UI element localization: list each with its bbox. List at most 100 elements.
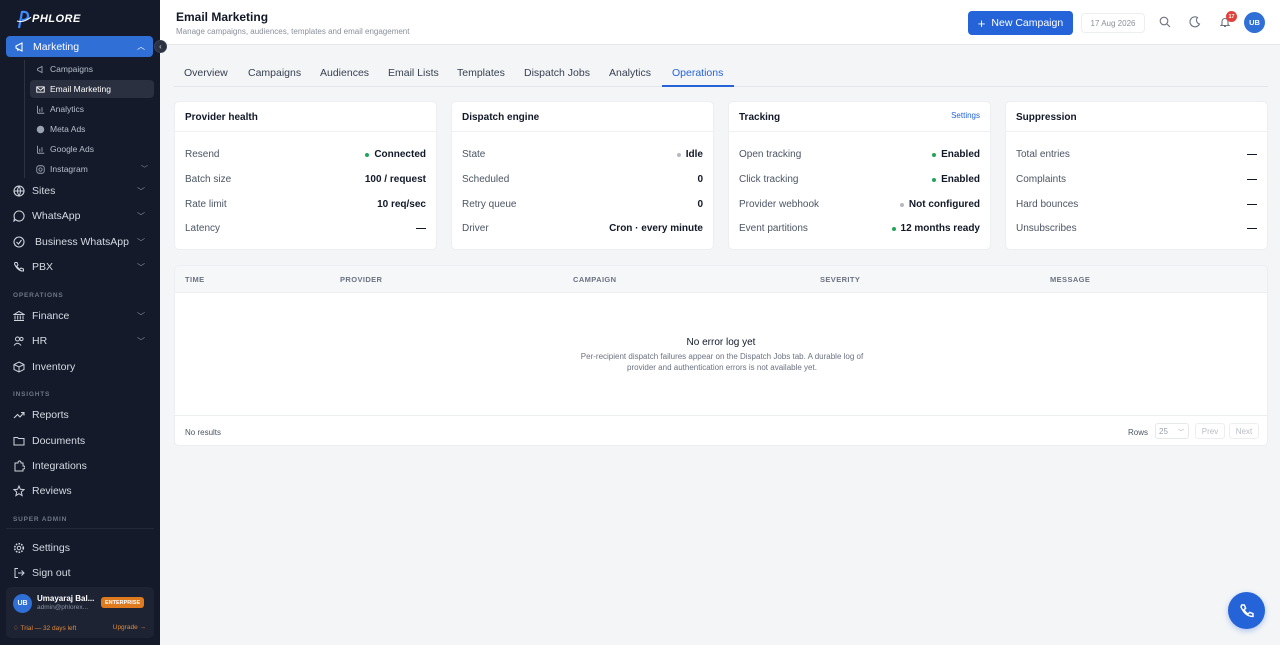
- new-campaign-button[interactable]: + New Campaign: [968, 11, 1073, 35]
- tab-email-lists[interactable]: Email Lists: [388, 67, 439, 79]
- plan-badge: ENTERPRISE: [101, 597, 145, 608]
- rows-per-page-value: 25: [1159, 426, 1168, 436]
- chevron-down-icon: ﹀: [141, 166, 148, 173]
- bank-icon: [13, 310, 25, 322]
- tab-overview[interactable]: Overview: [184, 67, 228, 79]
- column-header-provider[interactable]: PROVIDER: [340, 275, 382, 284]
- globe-icon: [36, 125, 45, 134]
- tracking-settings-link[interactable]: Settings: [951, 111, 980, 120]
- card-title: Suppression: [1016, 112, 1077, 123]
- table-header: TIME PROVIDER CAMPAIGN SEVERITY MESSAGE: [175, 266, 1267, 293]
- puzzle-icon: [13, 460, 25, 472]
- folder-icon: [13, 435, 25, 447]
- tab-templates[interactable]: Templates: [457, 67, 505, 79]
- logout-icon: [13, 567, 25, 579]
- brand-name: PHLORE: [32, 13, 81, 25]
- sidebar-subitem-label: Instagram: [50, 164, 88, 174]
- page-title: Email Marketing: [176, 10, 269, 24]
- sidebar-item-label: Inventory: [32, 361, 76, 373]
- row-label: Provider webhook: [739, 199, 820, 210]
- card-header: Dispatch engine: [452, 102, 713, 132]
- sidebar-item-hr[interactable]: HR ﹀: [13, 331, 153, 351]
- sidebar-item-label: HR: [32, 335, 48, 347]
- megaphone-icon: [36, 65, 45, 74]
- sidebar-item-label: WhatsApp: [32, 210, 81, 222]
- column-header-campaign[interactable]: CAMPAIGN: [573, 275, 616, 284]
- sidebar-subitem-email-marketing[interactable]: Email Marketing: [30, 80, 154, 98]
- tab-operations[interactable]: Operations: [672, 67, 723, 79]
- globe-icon: [13, 185, 25, 197]
- sidebar-item-reports[interactable]: Reports: [13, 405, 153, 425]
- row-value: Enabled: [932, 149, 980, 160]
- sidebar-subitem-label: Email Marketing: [50, 84, 111, 94]
- phone-icon: [13, 261, 25, 273]
- column-header-severity[interactable]: SEVERITY: [820, 275, 860, 284]
- row-label: Latency: [185, 223, 221, 234]
- sidebar-subitem-instagram[interactable]: Instagram ﹀: [30, 160, 154, 178]
- chevron-down-icon: ﹀: [137, 237, 145, 247]
- chevron-down-icon: ﹀: [1177, 429, 1184, 436]
- upgrade-link[interactable]: Upgrade →: [113, 624, 146, 631]
- sidebar-item-integrations[interactable]: Integrations: [13, 456, 153, 476]
- status-dot: [899, 202, 904, 207]
- column-header-message[interactable]: MESSAGE: [1050, 275, 1090, 284]
- brand-logo[interactable]: PHLORE: [14, 8, 81, 30]
- user-email: admin@phlorex...: [37, 604, 89, 611]
- row-value: Idle: [676, 149, 703, 160]
- row-label: Hard bounces: [1016, 199, 1079, 210]
- dark-mode-icon[interactable]: [1188, 15, 1202, 29]
- row-label: Driver: [462, 223, 489, 234]
- sidebar-item-business-whatsapp[interactable]: Business WhatsApp ﹀: [13, 232, 153, 252]
- rows-per-page-select[interactable]: 25 ﹀: [1155, 423, 1189, 439]
- tab-analytics[interactable]: Analytics: [609, 67, 651, 79]
- row-label: State: [462, 149, 486, 160]
- sidebar-item-settings[interactable]: Settings: [13, 538, 153, 558]
- chevron-down-icon: ﹀: [137, 262, 145, 272]
- sidebar-item-pbx[interactable]: PBX ﹀: [13, 257, 153, 277]
- row-label: Unsubscribes: [1016, 223, 1077, 234]
- next-page-button[interactable]: Next: [1229, 423, 1259, 439]
- sidebar-item-marketing[interactable]: Marketing ︿: [6, 36, 153, 57]
- sidebar-item-sign-out[interactable]: Sign out: [13, 563, 153, 583]
- sidebar-subitem-meta-ads[interactable]: Meta Ads: [30, 120, 154, 138]
- results-count: No results: [185, 428, 222, 437]
- row-value: 100 / request: [364, 174, 426, 185]
- sidebar-item-inventory[interactable]: Inventory: [13, 357, 153, 377]
- dispatch-engine-card: Dispatch engine State Idle Scheduled 0 R…: [451, 101, 714, 250]
- prev-page-button[interactable]: Prev: [1195, 423, 1225, 439]
- plus-icon: +: [977, 15, 986, 31]
- row-label: Resend: [185, 149, 220, 160]
- row-value-text: Enabled: [941, 149, 980, 160]
- user-card[interactable]: UB Umayaraj Bal... admin@phlorex... ENTE…: [6, 587, 154, 638]
- tab-bar: Overview Campaigns Audiences Email Lists…: [174, 62, 1268, 87]
- row-label: Rate limit: [185, 199, 227, 210]
- sidebar-item-sites[interactable]: Sites ﹀: [13, 181, 153, 201]
- subnav-guide: [24, 60, 25, 178]
- column-header-time[interactable]: TIME: [185, 275, 205, 284]
- sidebar-item-documents[interactable]: Documents: [13, 431, 153, 451]
- error-log-table: TIME PROVIDER CAMPAIGN SEVERITY MESSAGE …: [174, 265, 1268, 446]
- chevron-up-icon: ︿: [137, 42, 145, 51]
- avatar[interactable]: UB: [1244, 12, 1265, 33]
- row-value-text: 12 months ready: [900, 223, 980, 234]
- sidebar-subitem-analytics[interactable]: Analytics: [30, 100, 154, 118]
- search-icon[interactable]: [1158, 15, 1172, 29]
- row-label: Click tracking: [739, 174, 799, 185]
- tab-audiences[interactable]: Audiences: [320, 67, 369, 79]
- collapse-sidebar-button[interactable]: ‹: [154, 40, 167, 53]
- card-header: Suppression: [1006, 102, 1267, 132]
- sidebar-subitem-google-ads[interactable]: Google Ads: [30, 140, 154, 158]
- row-value: 0: [697, 199, 703, 210]
- sidebar-subitem-campaigns[interactable]: Campaigns: [30, 60, 154, 78]
- sidebar-item-reviews[interactable]: Reviews: [13, 481, 153, 501]
- row-value: 12 months ready: [891, 223, 980, 234]
- card-title: Provider health: [185, 112, 258, 123]
- status-dot: [932, 152, 937, 157]
- sidebar-item-whatsapp[interactable]: WhatsApp ﹀: [13, 206, 153, 226]
- sidebar-item-label: Sign out: [32, 567, 71, 579]
- sidebar-item-finance[interactable]: Finance ﹀: [13, 306, 153, 326]
- call-fab-button[interactable]: [1228, 592, 1265, 629]
- tab-dispatch-jobs[interactable]: Dispatch Jobs: [524, 67, 590, 79]
- sidebar-item-label: Settings: [32, 542, 70, 554]
- tab-campaigns[interactable]: Campaigns: [248, 67, 301, 79]
